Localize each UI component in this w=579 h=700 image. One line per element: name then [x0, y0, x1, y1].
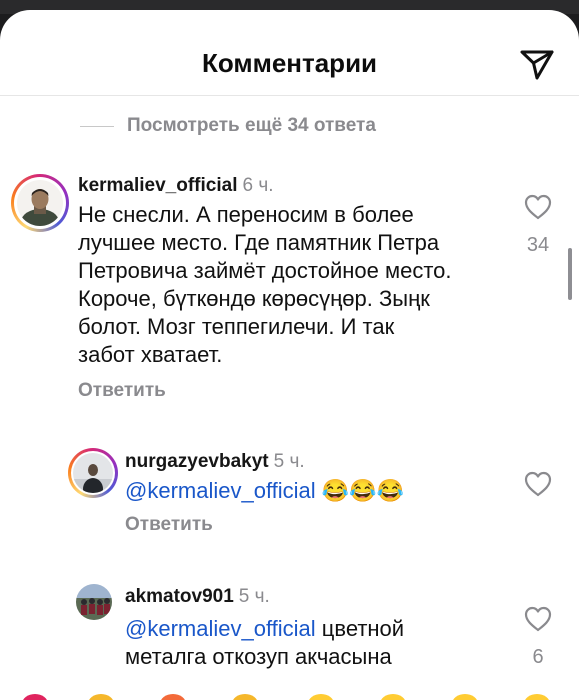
reply-item: akmatov901 5 ч. @kermaliev_official цветн…: [125, 585, 525, 671]
raised-hands-emoji-icon[interactable]: [232, 694, 258, 700]
comment-meta: kermaliev_official 6 ч.: [78, 174, 518, 198]
comment-text: Не снесли. А переносим в более лучшее ме…: [78, 201, 518, 369]
comment-time: 5 ч.: [238, 586, 270, 607]
comment-line: Короче, бүткөндө көрөсүңөр. Зыңк: [78, 286, 430, 311]
laughing-emoji-icon[interactable]: [524, 694, 550, 700]
comment-meta: nurgazyevbakyt 5 ч.: [125, 450, 525, 474]
comments-sheet: Комментарии Посмотреть ещё 34 ответа ker…: [0, 10, 579, 700]
surprised-emoji-icon[interactable]: [452, 694, 478, 700]
paper-plane-icon[interactable]: [519, 48, 555, 82]
emoji-reaction-bar: [0, 688, 579, 700]
view-more-replies-label: Посмотреть ещё 34 ответа: [127, 115, 376, 136]
comment-line: металга откозуп акчасына: [125, 644, 392, 669]
avatar-photo: [17, 180, 63, 226]
comment-line: Не снесли. А переносим в более: [78, 202, 414, 227]
comment-line: лучшее место. Где памятник Петра: [78, 230, 440, 255]
mention-link[interactable]: @kermaliev_official: [125, 616, 316, 641]
reply-button[interactable]: Ответить: [125, 514, 525, 536]
avatar[interactable]: [68, 448, 118, 498]
comment-username[interactable]: akmatov901: [125, 586, 234, 607]
avatar[interactable]: [76, 584, 112, 620]
heart-icon[interactable]: [523, 605, 553, 633]
like-count: 6: [532, 646, 544, 668]
crying-face-emoji-icon[interactable]: [308, 694, 334, 700]
comment-line: забот хватает.: [78, 342, 223, 367]
comment-time: 5 ч.: [273, 451, 305, 472]
mention-link[interactable]: @kermaliev_official: [125, 478, 316, 503]
comment-line: Петровича займёт достойное место.: [78, 258, 452, 283]
comment-username[interactable]: nurgazyevbakyt: [125, 451, 269, 472]
heart-eyes-emoji-icon[interactable]: [380, 694, 406, 700]
comment-item: kermaliev_official 6 ч. Не снесли. А пере…: [78, 174, 518, 402]
page-title: Комментарии: [201, 48, 378, 78]
heart-icon[interactable]: [523, 193, 553, 221]
divider-line: [80, 125, 114, 127]
heart-icon[interactable]: [523, 470, 553, 498]
like-count: 34: [526, 234, 550, 256]
avatar[interactable]: [11, 174, 69, 232]
comment-text-part: цветной: [315, 616, 405, 641]
heart-emoji-icon[interactable]: [22, 694, 48, 700]
scrollbar[interactable]: [568, 248, 572, 300]
comment-line: болот. Мозг теппегилечи. И так: [78, 314, 395, 339]
comment-meta: akmatov901 5 ч.: [125, 585, 525, 609]
avatar-photo: [73, 453, 113, 493]
clap-emoji-icon[interactable]: [88, 694, 114, 700]
fire-emoji-icon[interactable]: [160, 694, 186, 700]
comments-header: Комментарии: [0, 10, 579, 96]
reply-item: nurgazyevbakyt 5 ч. @kermaliev_official 😂…: [125, 450, 525, 536]
reply-button[interactable]: Ответить: [78, 380, 518, 402]
emoji-text: 😂😂😂: [321, 478, 404, 503]
view-more-replies-button[interactable]: Посмотреть ещё 34 ответа: [80, 114, 376, 138]
comment-time: 6 ч.: [242, 175, 274, 196]
comment-text: @kermaliev_official цветной металга отко…: [125, 615, 525, 671]
comment-username[interactable]: kermaliev_official: [78, 175, 237, 196]
comment-text: @kermaliev_official 😂😂😂: [125, 477, 525, 505]
